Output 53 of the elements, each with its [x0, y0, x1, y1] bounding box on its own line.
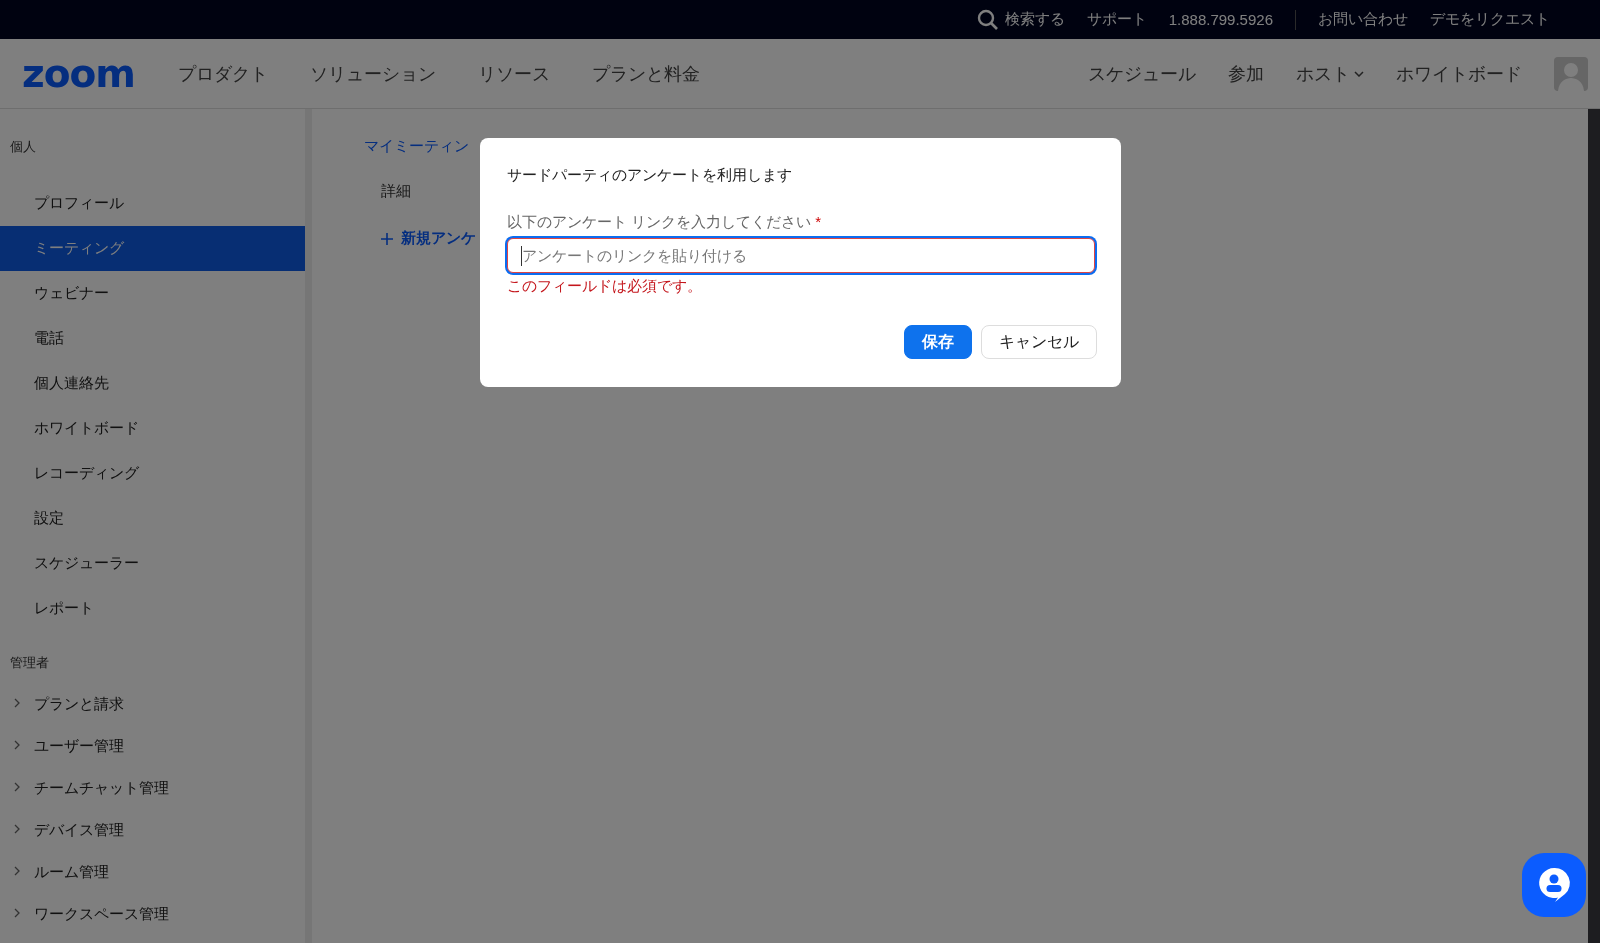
chevron-icon: [14, 908, 20, 918]
sidebar-item[interactable]: 設定: [0, 496, 305, 541]
sidebar-item[interactable]: ユーザー管理: [0, 725, 305, 767]
zoom-logo[interactable]: zoom: [22, 51, 135, 96]
chevron-icon: [14, 698, 20, 708]
top-link[interactable]: 1.888.799.5926: [1168, 11, 1273, 28]
sidebar-item[interactable]: プランと請求: [0, 683, 305, 725]
nav-menu-item[interactable]: プランと料金: [591, 61, 700, 86]
caret-icon: [1354, 70, 1364, 77]
error-message: このフィールドは必須です。: [507, 277, 703, 296]
new-survey-button[interactable]: 新規アンケ: [381, 229, 476, 248]
top-link[interactable]: お問い合わせ: [1318, 10, 1408, 29]
sidebar-item[interactable]: レポート: [0, 586, 305, 631]
top-link[interactable]: デモをリクエスト: [1430, 10, 1550, 29]
chevron-icon: [14, 740, 20, 750]
plus-icon: [381, 232, 393, 245]
cancel-button[interactable]: キャンセル: [981, 325, 1097, 359]
sidebar-item[interactable]: レコーディング: [0, 451, 305, 496]
save-button[interactable]: 保存: [904, 325, 972, 359]
sidebar-item[interactable]: プロフィール: [0, 181, 305, 226]
nav-dropdown[interactable]: ホスト: [1296, 61, 1364, 86]
chevron-icon: [14, 866, 20, 876]
sidebar-item[interactable]: 電話: [0, 316, 305, 361]
breadcrumb-link[interactable]: マイミーティン: [364, 137, 469, 156]
nav-link[interactable]: ホワイトボード: [1396, 61, 1522, 86]
nav-menu-item[interactable]: ソリューション: [309, 61, 436, 86]
nav-link[interactable]: 参加: [1228, 61, 1264, 86]
nav-menu-item[interactable]: リソース: [477, 61, 550, 86]
sidebar-item[interactable]: チームチャット管理: [0, 767, 305, 809]
nav-menu-item[interactable]: プロダクト: [177, 61, 268, 86]
survey-link-field[interactable]: アンケートのリンクを貼り付ける: [507, 238, 1095, 273]
dialog-title: サードパーティのアンケートを利用します: [507, 166, 793, 185]
section-heading: 管理者: [9, 654, 50, 672]
section-heading: 個人: [9, 138, 37, 156]
sidebar-item[interactable]: ホワイトボード: [0, 406, 305, 451]
chat-button[interactable]: [1522, 853, 1586, 917]
top-link[interactable]: サポート: [1086, 10, 1147, 29]
sidebar-item[interactable]: スケジューラー: [0, 541, 305, 586]
sidebar-item[interactable]: ミーティング: [0, 226, 305, 271]
search-icon: [976, 8, 999, 31]
search-link[interactable]: 検索する: [1004, 10, 1065, 29]
chevron-icon: [14, 782, 20, 792]
sidebar-item[interactable]: デバイス管理: [0, 809, 305, 851]
field-label: 以下のアンケート リンクを入力してください *: [507, 213, 823, 232]
sidebar-item[interactable]: ウェビナー: [0, 271, 305, 316]
sidebar-item[interactable]: ワークスペース管理: [0, 893, 305, 935]
sidebar-item[interactable]: 個人連絡先: [0, 361, 305, 406]
tab[interactable]: 詳細: [381, 182, 411, 201]
scrollbar[interactable]: [1588, 109, 1600, 943]
sidebar-item[interactable]: ルーム管理: [0, 851, 305, 893]
chevron-icon: [14, 824, 20, 834]
nav-link[interactable]: スケジュール: [1088, 61, 1196, 86]
avatar-icon[interactable]: [1554, 56, 1588, 91]
